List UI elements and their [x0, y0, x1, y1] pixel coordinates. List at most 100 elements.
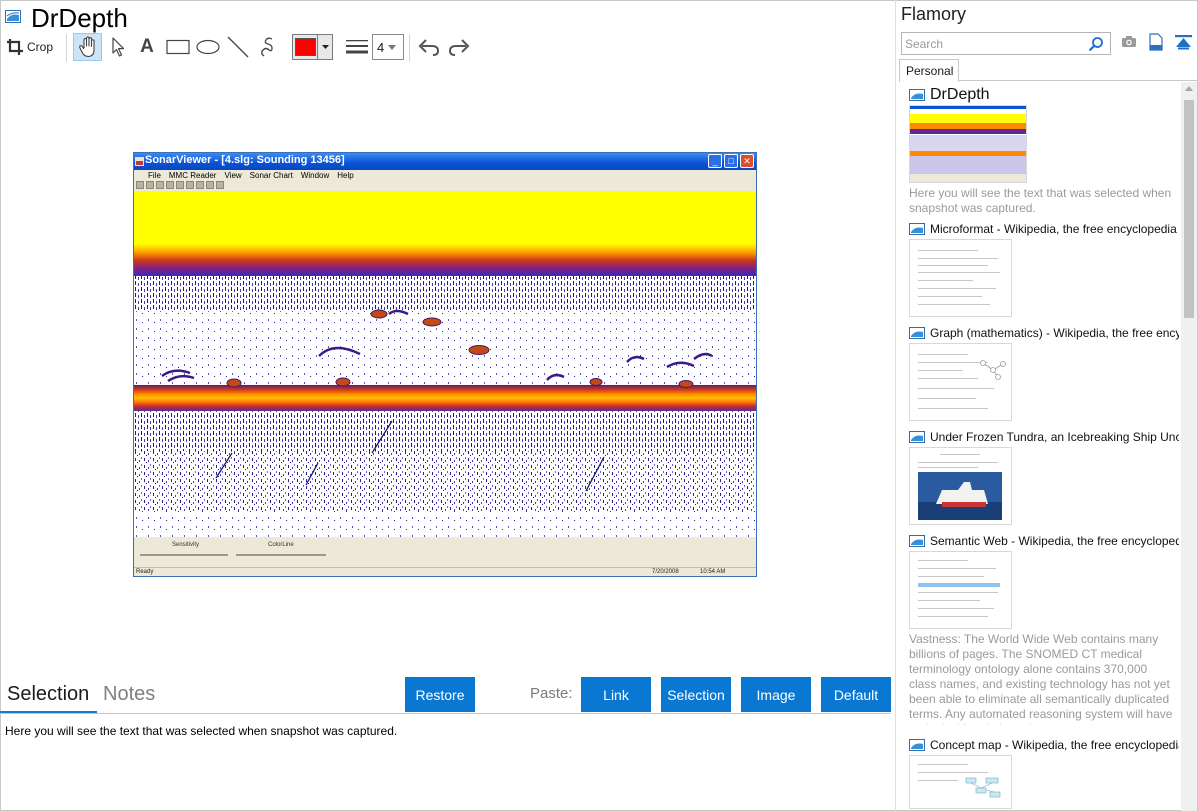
- app-icon: [909, 535, 925, 547]
- snapshot-slider: [140, 554, 228, 556]
- paste-default-button[interactable]: Default: [821, 677, 891, 712]
- snapshot-menu-item: MMC Reader: [168, 171, 217, 180]
- select-tool-button[interactable]: [106, 33, 130, 61]
- app-icon: [909, 327, 925, 339]
- snapshot-thumbnail: [909, 755, 1012, 809]
- text-icon: A: [140, 36, 154, 57]
- paste-image-button[interactable]: Image: [741, 677, 811, 712]
- stroke-color-picker[interactable]: [292, 34, 333, 60]
- toolbar-divider: [66, 34, 67, 62]
- snapshot-title: Microformat - Wikipedia, the free encycl…: [930, 222, 1177, 236]
- snapshot-menu-item: View: [224, 171, 242, 180]
- page-title: DrDepth: [31, 3, 128, 33]
- scrollbar-thumb[interactable]: [1184, 100, 1194, 318]
- snapshot-status-ready: Ready: [136, 569, 154, 575]
- line-tool-button[interactable]: [225, 33, 251, 61]
- snapshot-status-date: 7/20/2008: [652, 569, 679, 575]
- snapshot-title: DrDepth: [930, 87, 990, 103]
- minimize-icon: _: [708, 154, 722, 168]
- snapshot-list-item[interactable]: Under Frozen Tundra, an Icebreaking Ship…: [909, 429, 1179, 525]
- snapshot-title: Graph (mathematics) - Wikipedia, the fre…: [930, 326, 1179, 340]
- paste-link-button[interactable]: Link: [581, 677, 651, 712]
- snapshot-list-scrollbar[interactable]: [1181, 82, 1197, 811]
- toolbar-divider: [409, 34, 410, 62]
- app-icon: [909, 89, 925, 101]
- snapshot-image[interactable]: SonarViewer - [4.slg: Sounding 13456] _ …: [133, 152, 757, 577]
- snapshot-menu-item: Window: [300, 171, 330, 180]
- snapshot-slider-panel: Sensitivity ColorLine: [138, 538, 750, 568]
- search-box: [901, 32, 1111, 55]
- paste-label: Paste:: [530, 685, 573, 702]
- snapshot-menubar: File MMC Reader View Sonar Chart Window …: [134, 170, 756, 181]
- crop-button[interactable]: Crop: [6, 33, 60, 61]
- app-icon: [135, 157, 144, 166]
- app-icon: [909, 223, 925, 235]
- stroke-color-swatch: [295, 38, 316, 56]
- app-icon: [909, 739, 925, 751]
- snapshot-thumbnail: [909, 447, 1012, 525]
- snapshot-description: Here you will see the text that was sele…: [909, 186, 1172, 215]
- divider: [959, 80, 1198, 81]
- snapshot-menu-item: Sonar Chart: [249, 171, 293, 180]
- rectangle-tool-button[interactable]: [165, 33, 191, 61]
- restore-button[interactable]: Restore: [405, 677, 475, 712]
- text-tool-button[interactable]: A: [135, 33, 159, 61]
- divider: [0, 713, 891, 714]
- chevron-down-icon: [388, 44, 397, 50]
- ellipse-icon: [196, 39, 220, 55]
- tab-notes[interactable]: Notes: [103, 683, 155, 706]
- snapshot-title: Under Frozen Tundra, an Icebreaking Ship…: [930, 430, 1179, 444]
- snapshot-menu-item: Help: [337, 171, 354, 180]
- collapse-icon[interactable]: [1175, 35, 1192, 50]
- crop-label: Crop: [27, 40, 54, 54]
- snapshot-slider-label: ColorLine: [268, 542, 294, 548]
- chevron-down-icon[interactable]: [317, 35, 332, 59]
- snapshot-list-item[interactable]: Semantic Web - Wikipedia, the free encyc…: [909, 533, 1179, 725]
- search-input[interactable]: [903, 34, 1083, 53]
- snapshot-status-time: 10:54 AM: [700, 569, 726, 575]
- snapshot-window-controls: _ □ ✕: [708, 154, 754, 168]
- line-icon: [227, 36, 249, 58]
- sonar-chart-image: [134, 191, 756, 537]
- hand-icon: [78, 36, 95, 58]
- snapshot-list-item[interactable]: DrDepth Here you will see the text that …: [909, 87, 1179, 216]
- snapshot-title: Semantic Web - Wikipedia, the free encyc…: [930, 534, 1179, 548]
- page-icon[interactable]: [1148, 33, 1164, 51]
- app-icon: [5, 10, 21, 23]
- redo-button[interactable]: [446, 33, 472, 61]
- snapshot-slider-label: Sensitivity: [172, 542, 200, 548]
- tab-personal[interactable]: Personal: [899, 59, 959, 82]
- tab-selection[interactable]: Selection: [7, 683, 89, 706]
- line-width-select[interactable]: 4: [372, 34, 404, 60]
- snapshot-description: Vastness: The World Wide Web contains ma…: [909, 632, 1173, 725]
- undo-button[interactable]: [416, 33, 442, 61]
- undo-icon: [418, 39, 440, 56]
- snapshot-thumbnail: [909, 551, 1012, 629]
- paste-selection-button[interactable]: Selection: [661, 677, 731, 712]
- selection-text[interactable]: Here you will see the text that was sele…: [5, 724, 397, 738]
- snapshot-thumbnail: [909, 343, 1012, 421]
- pan-tool-button[interactable]: [73, 33, 102, 61]
- snapshot-thumbnail: [909, 105, 1027, 183]
- search-icon[interactable]: [1088, 36, 1104, 52]
- rectangle-icon: [166, 39, 190, 55]
- camera-icon[interactable]: [1121, 35, 1137, 49]
- snapshot-list-item[interactable]: Concept map - Wikipedia, the free encycl…: [909, 737, 1179, 809]
- sidebar-title: Flamory: [901, 4, 967, 24]
- snapshot-list-item[interactable]: Microformat - Wikipedia, the free encycl…: [909, 221, 1179, 317]
- maximize-icon: □: [724, 154, 738, 168]
- pane-divider[interactable]: [895, 0, 896, 811]
- line-width-value: 4: [377, 39, 385, 55]
- line-width-icon: [344, 33, 370, 61]
- pointer-icon: [112, 37, 125, 57]
- freehand-tool-button[interactable]: [255, 33, 281, 61]
- scroll-up-icon[interactable]: [1185, 86, 1193, 91]
- freehand-icon: [261, 37, 273, 57]
- snapshot-thumbnail: [909, 239, 1012, 317]
- snapshot-window-title: SonarViewer - [4.slg: Sounding 13456]: [145, 154, 345, 166]
- close-icon: ✕: [740, 154, 754, 168]
- app-icon: [909, 431, 925, 443]
- snapshot-title: Concept map - Wikipedia, the free encycl…: [930, 738, 1179, 752]
- snapshot-list-item[interactable]: Graph (mathematics) - Wikipedia, the fre…: [909, 325, 1179, 421]
- ellipse-tool-button[interactable]: [195, 33, 221, 61]
